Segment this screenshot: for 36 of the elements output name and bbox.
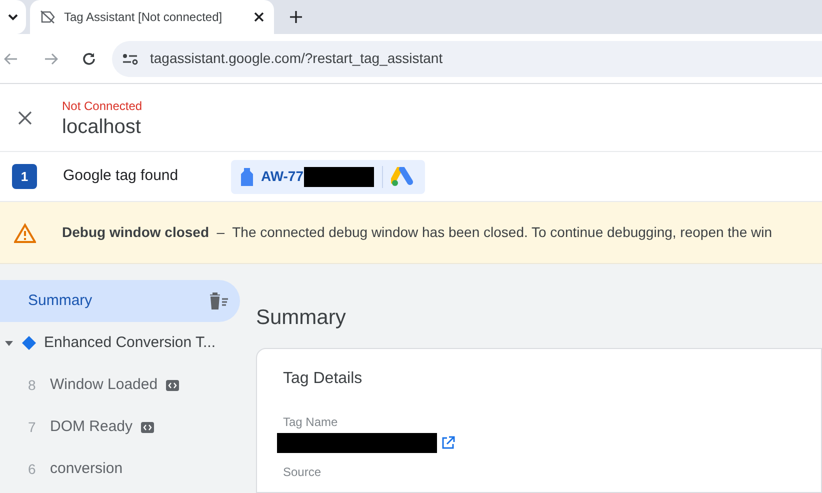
sidebar-item[interactable]: 7 DOM Ready <box>0 406 240 448</box>
close-icon[interactable] <box>254 12 264 22</box>
tag-found-label: Google tag found <box>63 166 180 186</box>
new-tab-icon[interactable] <box>290 11 302 23</box>
code-icon <box>166 380 179 390</box>
delete-sort-icon[interactable] <box>208 292 230 310</box>
redaction-bar <box>304 166 374 186</box>
card-title: Tag Details <box>283 368 364 388</box>
sidebar-item[interactable]: 8 Window Loaded <box>0 364 240 406</box>
open-external-icon[interactable] <box>441 436 455 450</box>
site-settings-icon[interactable] <box>122 52 138 64</box>
tag-off-icon <box>40 10 56 24</box>
caret-icon[interactable] <box>4 338 14 348</box>
warning-icon <box>14 222 36 242</box>
sidebar-item[interactable]: 6 conversion <box>0 448 240 490</box>
page-title: Summary <box>256 305 347 331</box>
banner-message: Debug window closed – The connected debug window has been closed. To continue debugging, reopen the win <box>62 223 772 242</box>
reload-icon[interactable] <box>82 52 96 66</box>
close-icon[interactable] <box>18 110 32 124</box>
count-badge: 1 <box>12 164 37 189</box>
code-icon <box>140 422 154 432</box>
browser-tab[interactable]: Tag Assistant [Not connected] <box>30 0 274 34</box>
diamond-icon <box>22 336 36 350</box>
forward-icon[interactable] <box>44 52 58 64</box>
chevron-down-icon[interactable] <box>8 13 18 21</box>
connection-status: Not Connected <box>62 98 142 114</box>
tag-chip[interactable]: AW-77 <box>231 160 425 194</box>
address-bar[interactable]: tagassistant.google.com/?restart_tag_assistant <box>112 40 822 76</box>
google-ads-logo-icon <box>390 166 415 186</box>
google-tag-icon <box>241 168 253 186</box>
sidebar-item[interactable]: Summary <box>0 280 240 322</box>
field-label: Tag Name <box>283 414 339 430</box>
back-icon[interactable] <box>4 52 18 64</box>
sidebar-item[interactable]: Enhanced Conversion T... <box>0 322 240 364</box>
domain-title: localhost <box>62 114 142 138</box>
field-label: Source <box>283 464 322 480</box>
